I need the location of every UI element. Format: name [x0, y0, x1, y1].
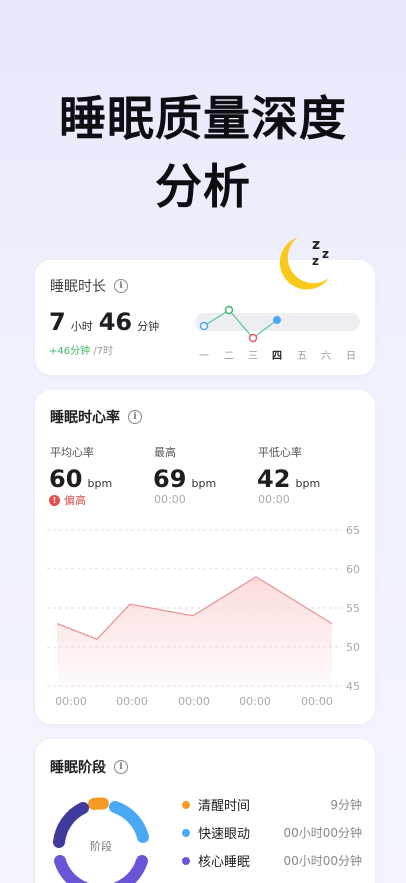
svg-text:z: z	[322, 247, 329, 261]
y-tick-label: 45	[346, 680, 360, 693]
avg-heart-rate-note-text: 偏高	[64, 494, 86, 507]
legend-value: 00小时00分钟	[283, 826, 362, 840]
sparkline-point	[199, 321, 209, 331]
donut-segment-rem	[109, 801, 149, 843]
weekday-label[interactable]: 三	[245, 347, 261, 362]
sleep-duration-value: 7 小时 46 分钟	[49, 308, 159, 336]
duration-delta-row: +46分钟 /7时	[49, 342, 113, 357]
weekly-duration-sparkline	[195, 305, 360, 343]
x-tick-label: 00:00	[55, 695, 87, 708]
sleep-stage-donut: 阶段	[53, 797, 149, 883]
heart-rate-title-text: 睡眠时心率	[50, 410, 120, 426]
bpm-unit: bpm	[191, 477, 217, 490]
sparkline-point	[224, 305, 234, 315]
donut-segment-awake	[88, 797, 109, 810]
max-heart-rate-number: 69	[153, 465, 187, 493]
legend-dot	[182, 800, 190, 809]
heart-rate-chart: 65 60 55 50 45 00:00 00:00 00:00 00:00 00:00	[47, 524, 360, 708]
duration-delta: +46分钟	[49, 346, 91, 357]
svg-text:z: z	[312, 237, 320, 253]
x-tick-label: 00:00	[178, 695, 210, 708]
heart-rate-title: 睡眠时心率 i	[50, 407, 142, 427]
alert-icon: !	[49, 494, 60, 506]
max-heart-rate-label: 最高	[154, 446, 176, 459]
bpm-unit: bpm	[87, 477, 113, 490]
avg-heart-rate-label: 平均心率	[50, 446, 94, 459]
info-icon[interactable]: i	[114, 279, 128, 293]
x-tick-label: 00:00	[301, 695, 333, 708]
max-heart-rate-value: 69 bpm	[153, 465, 216, 493]
legend-label: 快速眼动	[198, 827, 251, 842]
legend-item: 核心睡眠 00小时00分钟	[182, 851, 362, 870]
sleep-stage-title: 睡眠阶段 i	[50, 757, 128, 777]
hours-value: 7	[49, 308, 66, 336]
legend-dot	[182, 828, 190, 837]
weekday-label[interactable]: 五	[294, 347, 310, 362]
minutes-value: 46	[98, 308, 133, 336]
legend-label: 核心睡眠	[198, 855, 251, 870]
sparkline-point-active	[273, 316, 281, 324]
donut-segment-core	[54, 855, 148, 883]
sleep-duration-title-text: 睡眠时长	[50, 279, 106, 295]
headline-line1: 睡眠质量深度	[59, 92, 347, 147]
headline-line2: 分析	[155, 160, 251, 215]
heart-rate-area	[57, 576, 332, 686]
low-heart-rate-number: 42	[257, 465, 291, 493]
x-tick-label: 00:00	[116, 695, 148, 708]
weekday-label[interactable]: 一	[196, 347, 212, 362]
donut-center-label: 阶段	[90, 839, 112, 853]
sparkline-point	[248, 333, 258, 343]
bpm-unit: bpm	[295, 477, 321, 490]
info-icon[interactable]: i	[128, 410, 142, 424]
sleep-duration-title: 睡眠时长 i	[50, 276, 128, 296]
legend-item: 清醒时间 9分钟	[182, 795, 362, 814]
duration-target: /7时	[90, 346, 114, 357]
sleep-stage-title-text: 睡眠阶段	[50, 760, 106, 776]
legend-item: 快速眼动 00小时00分钟	[182, 823, 362, 842]
low-heart-rate-value: 42 bpm	[257, 465, 320, 493]
low-heart-rate-time: 00:00	[258, 493, 290, 506]
avg-heart-rate-note: ! 偏高	[49, 492, 86, 508]
legend-label: 清醒时间	[198, 799, 251, 814]
x-tick-label: 00:00	[239, 695, 271, 708]
y-tick-label: 65	[346, 524, 360, 537]
max-heart-rate-time: 00:00	[154, 493, 186, 506]
hours-unit: 小时	[70, 320, 93, 333]
legend-dot	[182, 856, 190, 865]
moon-sleep-icon: z z z	[279, 237, 329, 290]
minutes-unit: 分钟	[137, 320, 160, 333]
weekday-label[interactable]: 日	[343, 347, 359, 362]
legend-value: 00小时00分钟	[283, 854, 362, 868]
avg-heart-rate-value: 60 bpm	[49, 465, 112, 493]
y-tick-label: 60	[346, 563, 360, 576]
svg-text:z: z	[312, 254, 319, 268]
info-icon[interactable]: i	[114, 760, 128, 774]
legend-value: 9分钟	[330, 798, 362, 812]
weekday-label[interactable]: 六	[318, 347, 334, 362]
y-tick-label: 50	[346, 641, 360, 654]
avg-heart-rate-number: 60	[49, 465, 83, 493]
weekday-label[interactable]: 二	[221, 347, 237, 362]
low-heart-rate-label: 平低心率	[258, 446, 302, 459]
weekday-label[interactable]: 四	[269, 347, 285, 362]
y-tick-label: 55	[346, 602, 360, 615]
donut-segment-deep	[53, 802, 89, 848]
